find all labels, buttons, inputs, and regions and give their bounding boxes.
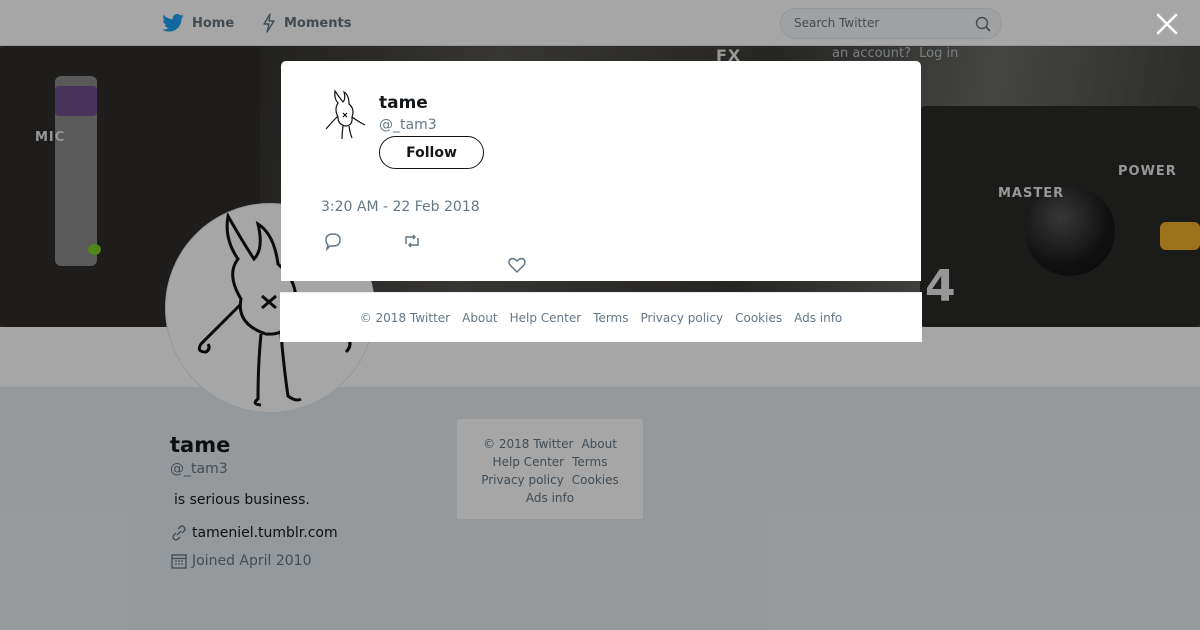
bunny-doodle-avatar	[325, 89, 366, 140]
modal-footer-copyright: © 2018 Twitter	[359, 310, 451, 325]
modal-footer-cookies[interactable]: Cookies	[735, 311, 782, 325]
like-heart-icon[interactable]	[507, 255, 527, 275]
tweet-author-handle[interactable]: @_tam3	[379, 117, 437, 133]
tweet-modal: tame @_tam3 Follow 3:20 AM - 22 Feb 2018	[281, 61, 921, 281]
tweet-author-avatar[interactable]	[321, 87, 369, 143]
modal-footer-help[interactable]: Help Center	[510, 311, 582, 325]
follow-button[interactable]: Follow	[379, 136, 484, 169]
modal-footer-privacy[interactable]: Privacy policy	[641, 311, 724, 325]
tweet-timestamp[interactable]: 3:20 AM - 22 Feb 2018	[321, 199, 480, 215]
modal-footer: © 2018 Twitter About Help Center Terms P…	[280, 292, 922, 342]
close-icon[interactable]	[1153, 10, 1181, 38]
tweet-author-name[interactable]: tame	[379, 93, 428, 113]
reply-icon[interactable]	[323, 231, 343, 251]
modal-footer-terms[interactable]: Terms	[593, 311, 628, 325]
modal-footer-ads[interactable]: Ads info	[794, 311, 842, 325]
modal-footer-about[interactable]: About	[462, 311, 497, 325]
retweet-icon[interactable]	[402, 231, 422, 251]
